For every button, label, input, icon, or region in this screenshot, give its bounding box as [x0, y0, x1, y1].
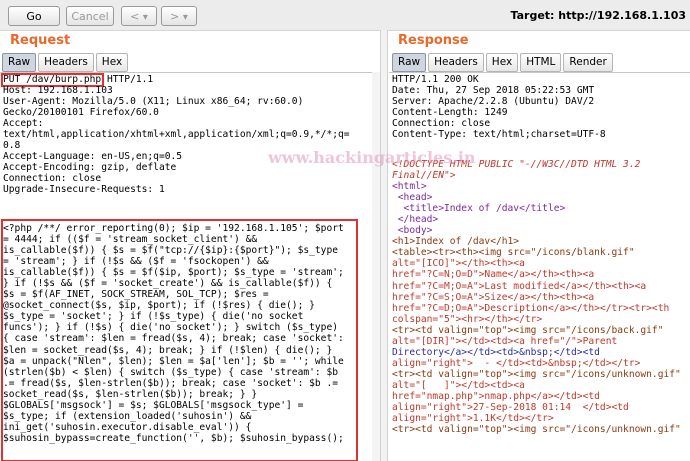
response-body-line: align="right">1.1K</td></tr> [392, 413, 554, 425]
response-body-line: <tr><td valign="top"><img src="/icons/un… [392, 368, 681, 380]
request-header-line: text/html,application/xhtml+xml,applicat… [3, 129, 350, 141]
response-body-line: <table><tr><th><img src="/icons/blank.gi… [392, 247, 635, 259]
response-header-line: Connection: close [392, 118, 491, 130]
payload-highlight-box [1, 219, 358, 461]
response-body-line: align="right"> - </td><td>&nbsp;</td></t… [392, 357, 641, 369]
response-body-line: Final//EN"> [392, 170, 456, 182]
response-tab-html[interactable]: HTML [520, 53, 562, 72]
response-body-line: <head> [392, 192, 433, 204]
response-body-line: </head> [392, 214, 439, 226]
request-header-line: User-Agent: Mozilla/5.0 (X11; Linux x86_… [3, 96, 304, 108]
response-body: <!DOCTYPE HTML PUBLIC "-//W3C//DTD HTML … [392, 159, 681, 435]
response-body-line: href="?C=M;O=A">Last modified</a></th><t… [392, 280, 647, 292]
request-line-version: HTTP/1.1 [101, 74, 154, 85]
toolbar: Go Cancel < ▾ > ▾ Target: http://192.168… [0, 0, 690, 31]
response-header-line: HTTP/1.1 200 OK [392, 74, 479, 85]
go-button[interactable]: Go [8, 6, 60, 26]
response-body-line: <html> [392, 181, 427, 193]
response-body-line: colspan="5"><hr></th></tr> [392, 313, 543, 325]
response-header-line: Server: Apache/2.2.8 (Ubuntu) DAV/2 [392, 96, 595, 108]
response-body-line: alt="[ ]"></td><td><a [392, 379, 525, 391]
response-body-line: href="?C=S;O=A">Size</a></th><th><a [392, 291, 595, 303]
response-header-line: Content-Length: 1249 [392, 107, 508, 119]
request-scrollbar[interactable] [372, 72, 380, 461]
request-header-line: Gecko/20100101 Firefox/60.0 [3, 107, 159, 119]
back-dropdown-icon: ▾ [142, 12, 148, 23]
back-button[interactable]: < ▾ [121, 6, 157, 26]
request-header-line: Accept: [3, 118, 44, 130]
response-headers: HTTP/1.1 200 OK Date: Thu, 27 Sep 2018 05… [392, 74, 606, 140]
request-editor[interactable]: PUT /dav/burp.php HTTP/1.1 Host: 192.168… [0, 72, 372, 461]
request-header-line: Host: 192.168.1.103 [3, 85, 113, 96]
request-header-line: Connection: close [3, 173, 102, 185]
request-title: Request [10, 33, 71, 48]
response-tab-hex[interactable]: Hex [485, 53, 519, 72]
request-tab-hex[interactable]: Hex [95, 53, 129, 72]
response-header-line: Date: Thu, 27 Sep 2018 05:22:53 GMT [392, 85, 595, 97]
response-tab-raw[interactable]: Raw [392, 53, 427, 72]
watermark: www.hackingarticles.in [268, 148, 476, 167]
response-body-line: href="?C=N;O=D">Name</a></th><th><a [392, 269, 595, 281]
response-body-line: href="?C=D;O=A">Description</a></th></tr… [392, 302, 670, 314]
response-body-line: <body> [392, 225, 433, 237]
response-body-line: alt="[DIR]"></td><td><a href="/">Parent [392, 335, 618, 347]
request-tab-headers[interactable]: Headers [38, 53, 94, 72]
response-body-line: href="nmap.php">nmap.php</a></td><td [392, 390, 600, 402]
request-tab-raw[interactable]: Raw [2, 53, 37, 72]
response-body-line: <title>Index of /dav</title> [392, 203, 566, 215]
response-title: Response [398, 33, 469, 48]
response-tabs: Raw Headers Hex HTML Render [392, 53, 615, 72]
pane-splitter[interactable] [380, 30, 388, 461]
response-header-line: Content-Type: text/html;charset=UTF-8 [392, 129, 606, 141]
response-body-line: <tr><td valign="top"><img src="/icons/ba… [392, 324, 664, 336]
forward-dropdown-icon: ▾ [182, 12, 188, 23]
response-tab-headers[interactable]: Headers [428, 53, 484, 72]
response-body-line: Directory</a></td><td>&nbsp;</td><td [392, 346, 600, 358]
response-body-line: <tr><td valign="top"><img src="/icons/un… [392, 424, 681, 436]
request-headers: Host: 192.168.1.103 User-Agent: Mozilla/5… [3, 85, 350, 195]
back-arrow-icon: < [130, 10, 140, 23]
forward-button[interactable]: > ▾ [161, 6, 197, 26]
response-tab-render[interactable]: Render [563, 53, 613, 72]
request-header-line: Upgrade-Insecure-Requests: 1 [3, 184, 165, 196]
cancel-button[interactable]: Cancel [66, 6, 114, 26]
response-body-line: <h1>Index of /dav</h1> [392, 236, 520, 248]
response-body-line: alt="[ICO]"></th><th><a [392, 258, 525, 270]
response-body-line: align="right">27-Sep-2018 01:14 </td><td [392, 402, 629, 414]
forward-arrow-icon: > [170, 10, 180, 23]
request-tabs: Raw Headers Hex [2, 53, 130, 72]
target-host[interactable]: Target: http://192.168.1.103 [511, 9, 686, 22]
response-editor[interactable]: HTTP/1.1 200 OK Date: Thu, 27 Sep 2018 05… [389, 72, 690, 461]
